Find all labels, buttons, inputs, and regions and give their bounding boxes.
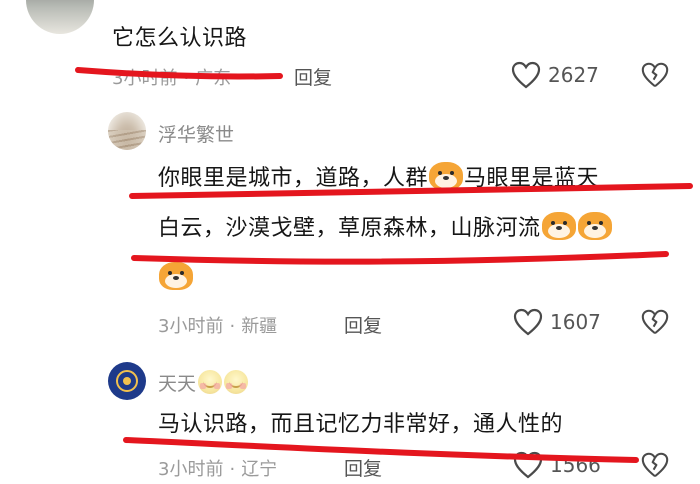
like-button[interactable]: 2627 bbox=[510, 60, 599, 90]
broken-heart-icon[interactable] bbox=[640, 60, 670, 90]
avatar-image bbox=[123, 377, 131, 385]
comment-username[interactable]: 天天 bbox=[158, 369, 249, 396]
avatar[interactable] bbox=[108, 362, 146, 400]
like-count: 2627 bbox=[548, 63, 599, 87]
broken-heart-icon[interactable] bbox=[640, 307, 670, 337]
avatar[interactable] bbox=[26, 0, 94, 34]
tiger-emoji bbox=[429, 162, 464, 190]
like-button[interactable]: 1607 bbox=[512, 307, 601, 337]
like-count: 1607 bbox=[550, 310, 601, 334]
username-text: 天天 bbox=[158, 373, 197, 395]
avatar-image bbox=[108, 130, 146, 150]
like-button[interactable]: 1566 bbox=[512, 450, 601, 480]
tiger-emoji bbox=[159, 262, 193, 290]
comment-time: 3小时前 bbox=[158, 459, 224, 480]
broken-heart-icon[interactable] bbox=[640, 450, 670, 480]
comment-location: 新疆 bbox=[241, 316, 278, 337]
like-count: 1566 bbox=[550, 453, 601, 477]
comment-meta: 3小时前 · 新疆 bbox=[158, 312, 277, 338]
comment-text-segment: 白云，沙漠戈壁，草原森林，山脉河流 bbox=[158, 216, 541, 241]
comment-location: 辽宁 bbox=[241, 459, 278, 480]
tiger-emoji bbox=[577, 212, 612, 240]
reply-button[interactable]: 回复 bbox=[344, 311, 382, 338]
comment-text: 它怎么认识路 bbox=[112, 26, 248, 51]
tiger-emoji bbox=[541, 212, 576, 240]
avatar[interactable] bbox=[108, 112, 146, 150]
heart-outline-icon bbox=[511, 61, 541, 89]
comment-location: 广东 bbox=[195, 68, 232, 89]
meta-separator: · bbox=[229, 459, 236, 480]
smile-emoji bbox=[198, 370, 223, 394]
comment-text-segment: 马眼里是蓝天 bbox=[464, 166, 600, 191]
comment-time: 3小时前 bbox=[112, 68, 178, 89]
comment-username[interactable]: 浮华繁世 bbox=[158, 120, 234, 147]
comment-text-line: 你眼里是城市，道路，人群 马眼里是蓝天 bbox=[158, 160, 599, 192]
meta-separator: · bbox=[229, 316, 236, 337]
comment-meta: 3小时前 · 辽宁 bbox=[158, 455, 277, 481]
comment-text: 马认识路，而且记忆力非常好，通人性的 bbox=[158, 412, 564, 437]
comment-time: 3小时前 bbox=[158, 316, 224, 337]
comment-text-line bbox=[158, 262, 194, 291]
avatar-image bbox=[40, 0, 80, 4]
comment-meta: 3小时前 · 广东 bbox=[112, 64, 231, 90]
reply-button[interactable]: 回复 bbox=[294, 63, 332, 90]
meta-separator: · bbox=[183, 68, 190, 89]
comment-text-line: 白云，沙漠戈壁，草原森林，山脉河流 bbox=[158, 210, 613, 242]
annotation-underline bbox=[131, 251, 669, 265]
smile-emoji bbox=[224, 370, 249, 394]
heart-outline-icon bbox=[513, 451, 543, 479]
heart-outline-icon bbox=[513, 308, 543, 336]
reply-button[interactable]: 回复 bbox=[344, 454, 382, 481]
comment-text-segment: 你眼里是城市，道路，人群 bbox=[158, 166, 429, 191]
